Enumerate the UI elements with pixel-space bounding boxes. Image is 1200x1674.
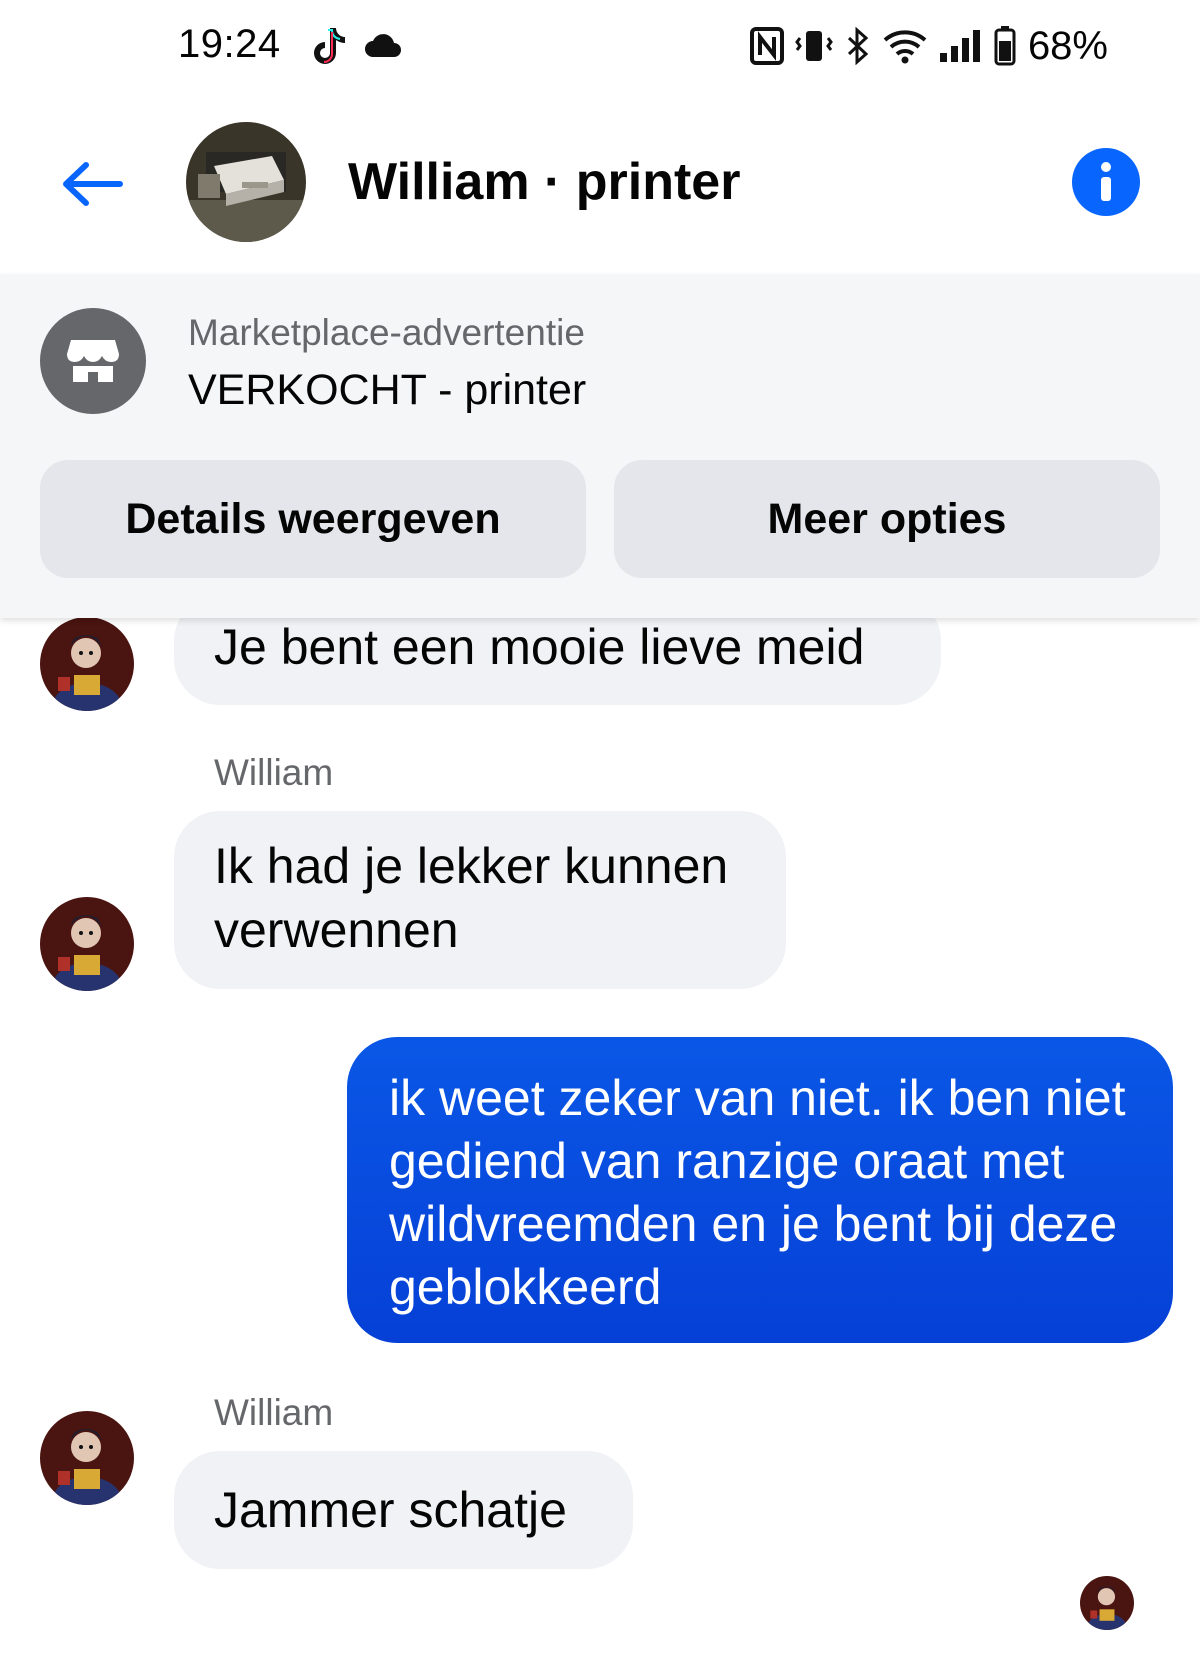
view-details-button[interactable]: Details weergeven — [40, 460, 586, 578]
message-bubble-incoming[interactable]: Jammer schatje — [174, 1451, 633, 1569]
sender-name: William — [214, 752, 334, 793]
message-bubble-outgoing[interactable]: ik weet zeker van niet. ik ben niet gedi… — [347, 1037, 1173, 1343]
listing-title: VERKOCHT - printer — [188, 366, 587, 414]
marketplace-listing-panel: Marketplace-advertentie VERKOCHT - print… — [0, 274, 1200, 618]
message-list[interactable]: Je bent een mooie lieve meid William Ik … — [0, 0, 1200, 1674]
message-text: Ik had je lekker kunnen verwennen — [214, 838, 729, 958]
sender-avatar[interactable] — [40, 897, 134, 991]
listing-subtitle: Marketplace-advertentie — [188, 312, 585, 353]
sender-avatar[interactable] — [40, 1411, 134, 1505]
message-text: Je bent een mooie lieve meid — [214, 619, 865, 675]
message-text: ik weet zeker van niet. ik ben niet gedi… — [389, 1070, 1126, 1315]
seen-indicator-avatar — [1080, 1576, 1134, 1630]
more-options-button[interactable]: Meer opties — [614, 460, 1160, 578]
storefront-icon — [67, 340, 119, 382]
sender-avatar[interactable] — [40, 617, 134, 711]
sender-name: William — [214, 1392, 334, 1433]
message-text: Jammer schatje — [214, 1482, 567, 1538]
marketplace-icon-container — [40, 308, 146, 414]
message-bubble-incoming[interactable]: Ik had je lekker kunnen verwennen — [174, 811, 786, 989]
